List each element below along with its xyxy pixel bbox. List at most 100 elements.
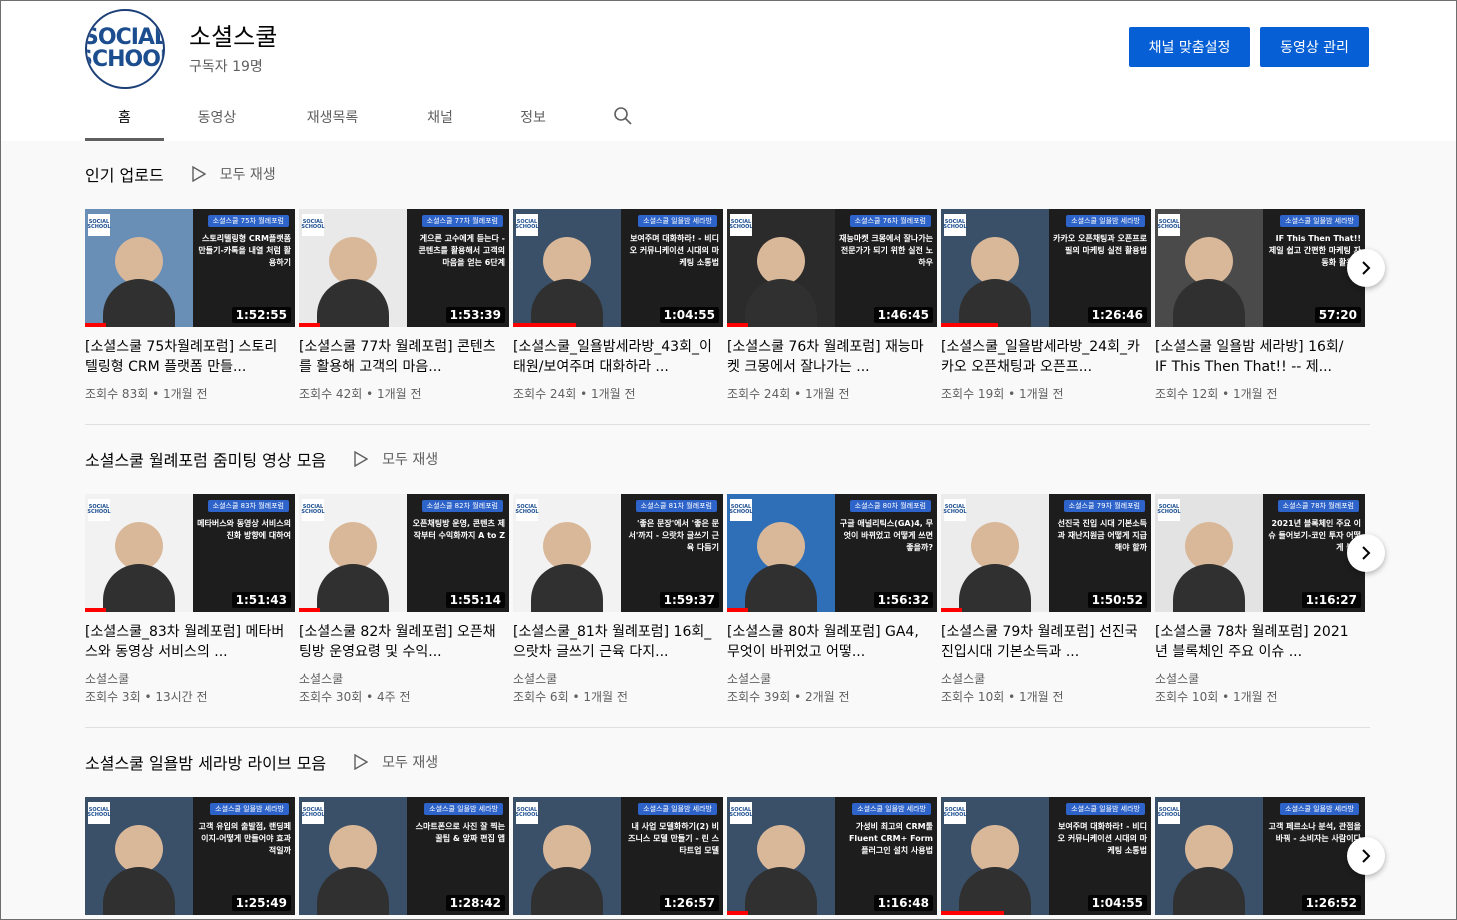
video-card[interactable]: SOCIAL SCHOOL 소셜스쿨 82차 월례포럼 오픈채팅방 운영, 콘텐츠 제… <box>299 494 509 706</box>
thumbnail-headline: 가성비 최고의 CRM툴 Fluent CRM+ Form 플러그인 설치 사용… <box>848 822 933 855</box>
video-title[interactable]: [소셜스쿨 80차 월례포럼] GA4, 무엇이 바뀌었고 어떻... <box>727 622 927 662</box>
view-count: 조회수 24회 <box>727 387 791 401</box>
video-thumbnail[interactable]: SOCIAL SCHOOL 소셜스쿨 일욜밤 세라방 IF This Then Tha… <box>1155 209 1365 327</box>
video-meta: 조회수 12회 • 1개월 전 <box>1155 385 1365 403</box>
channel-avatar[interactable]: SOCIAL SCHOOL <box>85 9 165 89</box>
shelf-title[interactable]: 인기 업로드 <box>85 162 164 186</box>
video-duration: 1:16:48 <box>873 895 933 911</box>
speaker-head <box>543 825 591 873</box>
speaker-head <box>1185 825 1233 873</box>
thumbnail-headline: 카카오 오픈채팅과 오픈프로필의 마케팅 실전 활용법 <box>1053 234 1147 255</box>
video-card[interactable]: SOCIAL SCHOOL 소셜스쿨 80차 월례포럼 구글 애널리틱스(GA)4, … <box>727 494 937 706</box>
play-all-button[interactable]: 모두 재생 <box>191 164 276 184</box>
video-thumbnail[interactable]: SOCIAL SCHOOL 소셜스쿨 83차 월례포럼 메타버스와 동영상 서비스의 … <box>85 494 295 612</box>
video-channel-name[interactable]: 소셜스쿨 <box>513 670 723 688</box>
thumbnail-headline: 보여주며 대화하라! - 비디오 커뮤니케이션 시대의 마케팅 소통법 <box>629 234 719 267</box>
video-title[interactable]: [소셜스쿨 76차 월례포럼] 재능마켓 크몽에서 잘나가는 ... <box>727 337 927 377</box>
video-channel-name[interactable]: 소셜스쿨 <box>1155 670 1365 688</box>
video-thumbnail[interactable]: SOCIAL SCHOOL 소셜스쿨 일욜밤 세라방 가성비 최고의 CRM툴 Flu… <box>727 797 937 915</box>
video-title[interactable]: [소셜스쿨 79차 월례포럼] 선진국 진입시대 기본소득과 ... <box>941 622 1141 662</box>
search-icon[interactable] <box>581 97 665 141</box>
video-thumbnail[interactable]: SOCIAL SCHOOL 소셜스쿨 일욜밤 세라방 카카오 오픈채팅과 오픈프로필의… <box>941 209 1151 327</box>
shelf-header: 소셜스쿨 일욜밤 세라방 라이브 모음 모두 재생 <box>85 747 1370 777</box>
video-duration: 1:55:14 <box>445 592 505 608</box>
channel-logo-mark: SOCIAL SCHOOL <box>1157 802 1181 824</box>
video-title[interactable]: [소셜스쿨_83차 월례포럼] 메타버스와 동영상 서비스의 ... <box>85 622 285 662</box>
video-meta: 조회수 6회 • 1개월 전 <box>513 688 723 706</box>
channel-info: SOCIAL SCHOOL 소셜스쿨 구독자 19명 <box>85 9 277 89</box>
video-title[interactable]: [소셜스쿨_81차 월례포럼] 16회_으랏차 글쓰기 근육 다지... <box>513 622 713 662</box>
customize-channel-button[interactable]: 채널 맞춤설정 <box>1129 27 1250 67</box>
video-channel-name[interactable]: 소셜스쿨 <box>85 670 295 688</box>
video-channel-name[interactable]: 소셜스쿨 <box>299 670 509 688</box>
shelf-next-button[interactable] <box>1347 249 1385 287</box>
thumbnail-headline: 스마트폰으로 사진 잘 찍는 꿀팁 & 앞짜 편집 앱 <box>415 822 505 843</box>
video-title[interactable]: [소셜스쿨 75차월례포럼] 스토리텔링형 CRM 플랫폼 만들... <box>85 337 285 377</box>
channel-tabs: 홈 동영상 재생목록 채널 정보 <box>85 97 665 141</box>
video-channel-name[interactable]: 소셜스쿨 <box>727 670 937 688</box>
speaker-head <box>971 237 1019 285</box>
video-channel-name[interactable]: 소셜스쿨 <box>941 670 1151 688</box>
video-card[interactable]: SOCIAL SCHOOL 소셜스쿨 78차 월례포럼 2021년 블록체인 주요 이… <box>1155 494 1365 706</box>
video-card[interactable]: SOCIAL SCHOOL 소셜스쿨 일욜밤 세라방 보여주며 대화하라! - 비디오… <box>513 209 723 403</box>
video-card[interactable]: SOCIAL SCHOOL 소셜스쿨 일욜밤 세라방 고객 유입의 출발점, 랜딩페이… <box>85 797 295 915</box>
shelf-next-button[interactable] <box>1347 837 1385 875</box>
video-card[interactable]: SOCIAL SCHOOL 소셜스쿨 81차 월례포럼 '좋은 문장'에서 '좋은 문… <box>513 494 723 706</box>
video-title[interactable]: [소셜스쿨 77차 월례포럼] 콘텐츠를 활용해 고객의 마음... <box>299 337 499 377</box>
video-title[interactable]: [소셜스쿨_일욜밤세라방_24회_카카오 오픈채팅과 오픈프... <box>941 337 1141 377</box>
video-card[interactable]: SOCIAL SCHOOL 소셜스쿨 일욜밤 세라방 고객 페르소나 분석, 관점을 … <box>1155 797 1365 915</box>
thumbnail-headline: 내 사업 모델화하기(2) 비즈니스 모델 만들기 - 린 스타트업 모델 <box>628 822 719 855</box>
video-card[interactable]: SOCIAL SCHOOL 소셜스쿨 76차 월례포럼 재능마켓 크몽에서 잘나가는 … <box>727 209 937 403</box>
shelf-next-button[interactable] <box>1347 534 1385 572</box>
video-card[interactable]: SOCIAL SCHOOL 소셜스쿨 일욜밤 세라방 카카오 오픈채팅과 오픈프로필의… <box>941 209 1151 403</box>
tab-videos[interactable]: 동영상 <box>164 97 270 141</box>
video-thumbnail[interactable]: SOCIAL SCHOOL 소셜스쿨 일욜밤 세라방 내 사업 모델화하기(2) 비즈… <box>513 797 723 915</box>
view-count: 조회수 42회 <box>299 387 363 401</box>
manage-videos-button[interactable]: 동영상 관리 <box>1260 27 1369 67</box>
video-thumbnail[interactable]: SOCIAL SCHOOL 소셜스쿨 79차 월례포럼 선진국 진입 시대 기본소득과… <box>941 494 1151 612</box>
video-card[interactable]: SOCIAL SCHOOL 소셜스쿨 일욜밤 세라방 IF This Then Tha… <box>1155 209 1365 403</box>
thumbnail-tag: 소셜스쿨 75차 월례포럼 <box>207 215 289 227</box>
video-title[interactable]: [소셜스쿨 일욜밤 세라방] 16회/ IF This Then That!! … <box>1155 337 1355 377</box>
video-thumbnail[interactable]: SOCIAL SCHOOL 소셜스쿨 일욜밤 세라방 고객 유입의 출발점, 랜딩페이… <box>85 797 295 915</box>
shelf-title[interactable]: 소셜스쿨 일욜밤 세라방 라이브 모음 <box>85 750 326 774</box>
play-all-button[interactable]: 모두 재생 <box>354 449 438 469</box>
view-count: 조회수 10회 <box>941 690 1005 704</box>
video-card[interactable]: SOCIAL SCHOOL 소셜스쿨 일욜밤 세라방 보여주며 대화하라! - 비디오… <box>941 797 1151 915</box>
tab-about[interactable]: 정보 <box>485 97 581 141</box>
speaker-head <box>1185 237 1233 285</box>
video-card[interactable]: SOCIAL SCHOOL 소셜스쿨 77차 월례포럼 게으른 고수에게 듣는다 - … <box>299 209 509 403</box>
video-thumbnail[interactable]: SOCIAL SCHOOL 소셜스쿨 78차 월례포럼 2021년 블록체인 주요 이… <box>1155 494 1365 612</box>
speaker-head <box>115 237 163 285</box>
tab-home[interactable]: 홈 <box>85 97 164 141</box>
video-card[interactable]: SOCIAL SCHOOL 소셜스쿨 79차 월례포럼 선진국 진입 시대 기본소득과… <box>941 494 1151 706</box>
video-card[interactable]: SOCIAL SCHOOL 소셜스쿨 83차 월례포럼 메타버스와 동영상 서비스의 … <box>85 494 295 706</box>
tab-channels[interactable]: 채널 <box>395 97 485 141</box>
video-thumbnail[interactable]: SOCIAL SCHOOL 소셜스쿨 81차 월례포럼 '좋은 문장'에서 '좋은 문… <box>513 494 723 612</box>
video-card[interactable]: SOCIAL SCHOOL 소셜스쿨 75차 월례포럼 스토리텔링형 CRM플랫폼 만… <box>85 209 295 403</box>
video-thumbnail[interactable]: SOCIAL SCHOOL 소셜스쿨 75차 월례포럼 스토리텔링형 CRM플랫폼 만… <box>85 209 295 327</box>
video-thumbnail[interactable]: SOCIAL SCHOOL 소셜스쿨 일욜밤 세라방 스마트폰으로 사진 잘 찍는 꿀… <box>299 797 509 915</box>
watch-progress-bar <box>85 323 106 327</box>
video-thumbnail[interactable]: SOCIAL SCHOOL 소셜스쿨 일욜밤 세라방 보여주며 대화하라! - 비디오… <box>941 797 1151 915</box>
video-title[interactable]: [소셜스쿨_일욜밤세라방_43회_이태원/보여주며 대화하라 ... <box>513 337 713 377</box>
channel-logo-mark: SOCIAL SCHOOL <box>87 214 111 236</box>
shelf-title[interactable]: 소셜스쿨 월례포럼 줌미팅 영상 모음 <box>85 447 326 471</box>
video-thumbnail[interactable]: SOCIAL SCHOOL 소셜스쿨 일욜밤 세라방 고객 페르소나 분석, 관점을 … <box>1155 797 1365 915</box>
video-title[interactable]: [소셜스쿨 78차 월례포럼] 2021년 블록체인 주요 이슈 ... <box>1155 622 1355 662</box>
video-card[interactable]: SOCIAL SCHOOL 소셜스쿨 일욜밤 세라방 스마트폰으로 사진 잘 찍는 꿀… <box>299 797 509 915</box>
tab-playlists[interactable]: 재생목록 <box>270 97 395 141</box>
video-thumbnail[interactable]: SOCIAL SCHOOL 소셜스쿨 76차 월례포럼 재능마켓 크몽에서 잘나가는 … <box>727 209 937 327</box>
play-all-button[interactable]: 모두 재생 <box>354 752 438 772</box>
video-title[interactable]: [소셜스쿨 82차 월례포럼] 오픈채팅방 운영요령 및 수익... <box>299 622 499 662</box>
video-thumbnail[interactable]: SOCIAL SCHOOL 소셜스쿨 77차 월례포럼 게으른 고수에게 듣는다 - … <box>299 209 509 327</box>
channel-logo-mark: SOCIAL SCHOOL <box>301 802 325 824</box>
video-thumbnail[interactable]: SOCIAL SCHOOL 소셜스쿨 80차 월례포럼 구글 애널리틱스(GA)4, … <box>727 494 937 612</box>
video-thumbnail[interactable]: SOCIAL SCHOOL 소셜스쿨 82차 월례포럼 오픈채팅방 운영, 콘텐츠 제… <box>299 494 509 612</box>
video-meta: 조회수 42회 • 1개월 전 <box>299 385 509 403</box>
view-count: 조회수 24회 <box>513 387 577 401</box>
subscriber-count: 구독자 19명 <box>189 58 263 75</box>
video-card[interactable]: SOCIAL SCHOOL 소셜스쿨 일욜밤 세라방 가성비 최고의 CRM툴 Flu… <box>727 797 937 915</box>
video-thumbnail[interactable]: SOCIAL SCHOOL 소셜스쿨 일욜밤 세라방 보여주며 대화하라! - 비디오… <box>513 209 723 327</box>
video-card[interactable]: SOCIAL SCHOOL 소셜스쿨 일욜밤 세라방 내 사업 모델화하기(2) 비즈… <box>513 797 723 915</box>
